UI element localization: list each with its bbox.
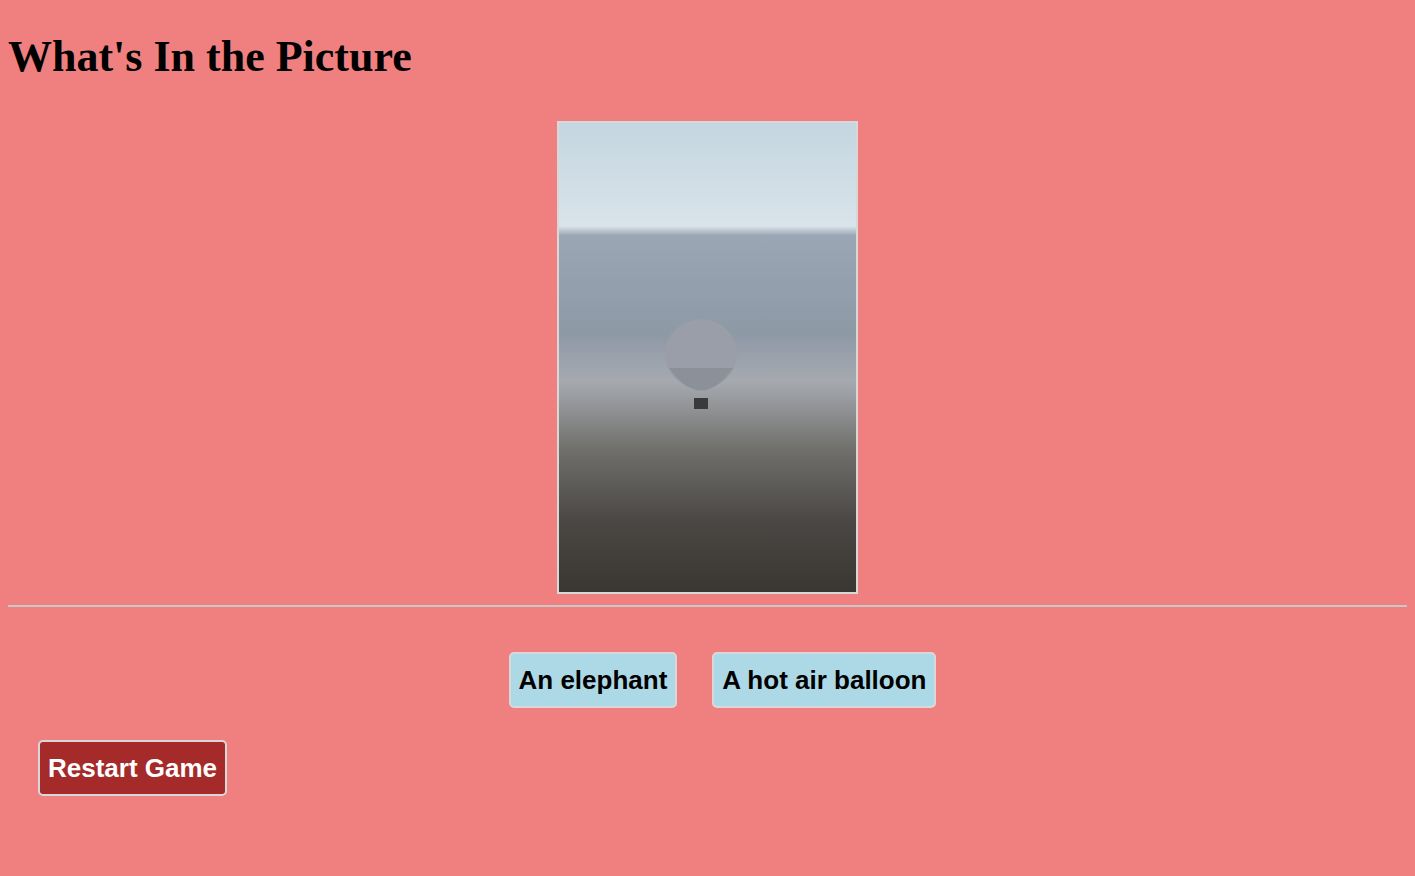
balloon-icon — [661, 318, 741, 418]
answer-button[interactable]: An elephant — [509, 652, 678, 708]
page-title: What's In the Picture — [8, 32, 1407, 83]
answer-button[interactable]: A hot air balloon — [712, 652, 936, 708]
picture — [557, 121, 858, 594]
restart-button[interactable]: Restart Game — [38, 740, 227, 796]
